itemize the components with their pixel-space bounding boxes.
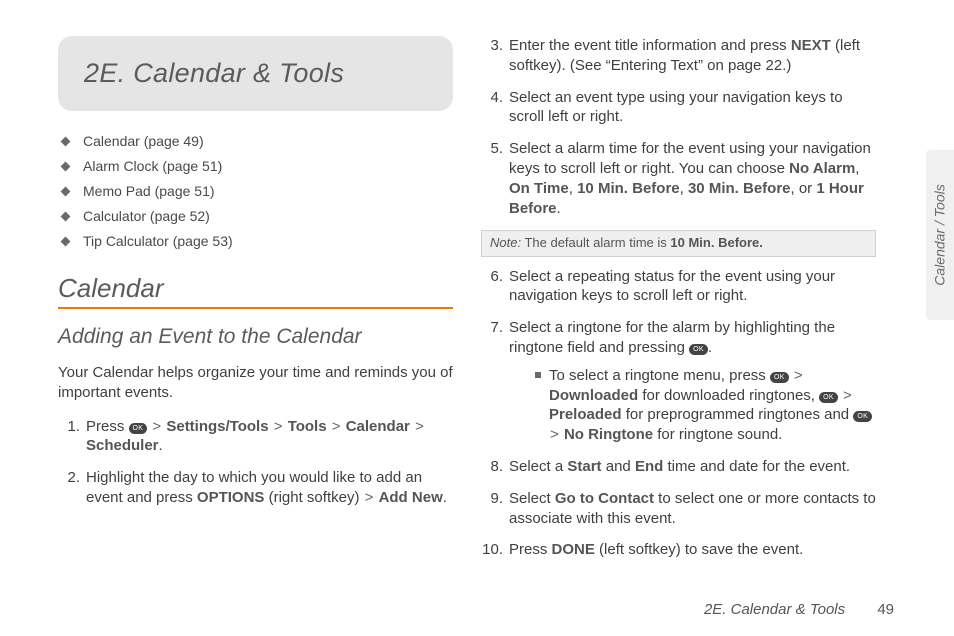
toc-item: Tip Calculator (page 53) bbox=[62, 233, 453, 249]
ok-key-icon: OK bbox=[853, 411, 872, 422]
text: for preprogrammed ringtones and bbox=[622, 406, 854, 423]
step-7-sub: To select a ringtone menu, press OK > Do… bbox=[509, 366, 876, 445]
subsection-heading: Adding an Event to the Calendar bbox=[58, 325, 453, 349]
note-text: The default alarm time is bbox=[521, 235, 670, 250]
intro-paragraph: Your Calendar helps organize your time a… bbox=[58, 363, 453, 403]
bold-text: DONE bbox=[552, 541, 595, 558]
text: for downloaded ringtones, bbox=[638, 387, 819, 404]
text: Select a ringtone for the alarm by highl… bbox=[509, 319, 835, 356]
gt-icon: > bbox=[331, 418, 342, 435]
gt-icon: > bbox=[273, 418, 284, 435]
toc-item: Calendar (page 49) bbox=[62, 133, 453, 149]
step-1: Press OK > Settings/Tools > Tools > Cale… bbox=[58, 417, 453, 457]
bold-text: Preloaded bbox=[549, 406, 622, 423]
bold-text: End bbox=[635, 458, 663, 475]
step-7: Select a ringtone for the alarm by highl… bbox=[481, 318, 876, 445]
text: . bbox=[708, 339, 712, 356]
text: , or bbox=[791, 180, 817, 197]
chapter-title: 2E. Calendar & Tools bbox=[84, 58, 427, 89]
step-8: Select a Start and End time and date for… bbox=[481, 457, 876, 477]
diamond-icon bbox=[61, 211, 71, 221]
side-tab-label: Calendar / Tools bbox=[932, 184, 948, 285]
gt-icon: > bbox=[414, 418, 425, 435]
text: Enter the event title information and pr… bbox=[509, 37, 791, 54]
step-9: Select Go to Contact to select one or mo… bbox=[481, 489, 876, 529]
step-6: Select a repeating status for the event … bbox=[481, 267, 876, 307]
gt-icon: > bbox=[842, 387, 853, 404]
table-of-contents: Calendar (page 49) Alarm Clock (page 51)… bbox=[62, 133, 453, 249]
text: Select bbox=[509, 490, 555, 507]
text: Press bbox=[86, 418, 129, 435]
note-box: Note: The default alarm time is 10 Min. … bbox=[481, 230, 876, 256]
side-tab: Calendar / Tools bbox=[926, 150, 954, 320]
left-column: 2E. Calendar & Tools Calendar (page 49) … bbox=[58, 36, 477, 628]
ok-key-icon: OK bbox=[129, 423, 148, 434]
text: . bbox=[443, 489, 447, 506]
section-heading: Calendar bbox=[58, 273, 453, 309]
bold-text: OPTIONS bbox=[197, 489, 265, 506]
text: , bbox=[569, 180, 577, 197]
text: Press bbox=[509, 541, 552, 558]
bold-text: Scheduler bbox=[86, 437, 159, 454]
step-2: Highlight the day to which you would lik… bbox=[58, 468, 453, 508]
ok-key-icon: OK bbox=[819, 392, 838, 403]
bold-text: Settings/Tools bbox=[166, 418, 268, 435]
text: , bbox=[680, 180, 688, 197]
bold-text: No Alarm bbox=[789, 160, 855, 177]
gt-icon: > bbox=[793, 367, 804, 384]
steps-list-left: Press OK > Settings/Tools > Tools > Cale… bbox=[58, 417, 453, 508]
gt-icon: > bbox=[549, 426, 560, 443]
chapter-banner: 2E. Calendar & Tools bbox=[58, 36, 453, 111]
gt-icon: > bbox=[151, 418, 162, 435]
ok-key-icon: OK bbox=[770, 372, 789, 383]
bold-text: Start bbox=[567, 458, 601, 475]
ok-key-icon: OK bbox=[689, 344, 708, 355]
page-footer: 2E. Calendar & Tools 49 bbox=[704, 601, 894, 618]
text: time and date for the event. bbox=[663, 458, 850, 475]
text: (right softkey) bbox=[264, 489, 363, 506]
diamond-icon bbox=[61, 236, 71, 246]
text: and bbox=[602, 458, 635, 475]
gt-icon: > bbox=[364, 489, 375, 506]
note-label: Note: bbox=[490, 235, 521, 250]
text: To select a ringtone menu, press bbox=[549, 367, 770, 384]
text: (left softkey) to save the event. bbox=[595, 541, 803, 558]
diamond-icon bbox=[61, 161, 71, 171]
toc-item: Memo Pad (page 51) bbox=[62, 183, 453, 199]
bold-text: Tools bbox=[288, 418, 327, 435]
toc-label: Tip Calculator (page 53) bbox=[83, 233, 233, 249]
text: , bbox=[855, 160, 859, 177]
text: . bbox=[159, 437, 163, 454]
step-10: Press DONE (left softkey) to save the ev… bbox=[481, 540, 876, 560]
bold-text: 10 Min. Before bbox=[577, 180, 680, 197]
text: Select a bbox=[509, 458, 567, 475]
bold-text: Go to Contact bbox=[555, 490, 654, 507]
text: for ringtone sound. bbox=[653, 426, 782, 443]
text: . bbox=[557, 200, 561, 217]
diamond-icon bbox=[61, 186, 71, 196]
bold-text: 10 Min. Before. bbox=[670, 235, 762, 250]
toc-label: Calculator (page 52) bbox=[83, 208, 210, 224]
steps-list-right-2: Select a repeating status for the event … bbox=[481, 267, 876, 561]
toc-item: Calculator (page 52) bbox=[62, 208, 453, 224]
step-5: Select a alarm time for the event using … bbox=[481, 139, 876, 218]
step-3: Enter the event title information and pr… bbox=[481, 36, 876, 76]
footer-page-number: 49 bbox=[877, 601, 894, 618]
steps-list-right: Enter the event title information and pr… bbox=[481, 36, 876, 218]
footer-title: 2E. Calendar & Tools bbox=[704, 601, 845, 618]
toc-item: Alarm Clock (page 51) bbox=[62, 158, 453, 174]
bold-text: Calendar bbox=[346, 418, 410, 435]
diamond-icon bbox=[61, 136, 71, 146]
bold-text: On Time bbox=[509, 180, 569, 197]
bold-text: Add New bbox=[379, 489, 443, 506]
right-column: Enter the event title information and pr… bbox=[477, 36, 906, 628]
bold-text: 30 Min. Before bbox=[688, 180, 791, 197]
bold-text: NEXT bbox=[791, 37, 831, 54]
toc-label: Alarm Clock (page 51) bbox=[83, 158, 222, 174]
step-4: Select an event type using your navigati… bbox=[481, 88, 876, 128]
bold-text: Downloaded bbox=[549, 387, 638, 404]
toc-label: Memo Pad (page 51) bbox=[83, 183, 215, 199]
toc-label: Calendar (page 49) bbox=[83, 133, 204, 149]
bold-text: No Ringtone bbox=[564, 426, 653, 443]
